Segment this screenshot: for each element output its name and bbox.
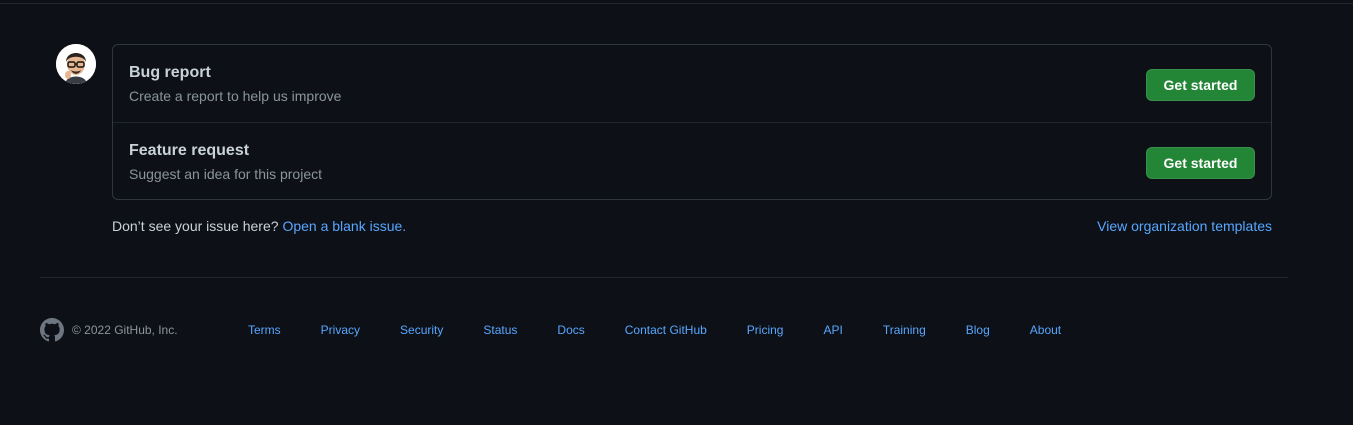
blank-issue-prompt: Don’t see your issue here? Open a blank … bbox=[112, 218, 406, 234]
template-description: Suggest an idea for this project bbox=[129, 166, 323, 182]
avatar[interactable] bbox=[56, 44, 96, 84]
footer-link-privacy[interactable]: Privacy bbox=[321, 323, 360, 337]
get-started-button[interactable]: Get started bbox=[1146, 69, 1255, 101]
footer-link-training[interactable]: Training bbox=[883, 323, 926, 337]
open-blank-issue-link[interactable]: Open a blank issue. bbox=[282, 218, 406, 234]
github-mark-icon[interactable] bbox=[40, 318, 64, 342]
footer-link-pricing[interactable]: Pricing bbox=[747, 323, 784, 337]
footer-link-status[interactable]: Status bbox=[483, 323, 517, 337]
blank-issue-text: Don’t see your issue here? bbox=[112, 218, 279, 234]
top-divider bbox=[0, 3, 1353, 4]
footer-link-about[interactable]: About bbox=[1030, 323, 1061, 337]
template-title: Feature request bbox=[129, 142, 250, 159]
footer-link-terms[interactable]: Terms bbox=[248, 323, 281, 337]
copyright-text: © 2022 GitHub, Inc. bbox=[72, 323, 178, 337]
template-item-bug-report: Bug report Create a report to help us im… bbox=[113, 45, 1271, 122]
footer-divider bbox=[40, 277, 1288, 278]
issue-template-list: Bug report Create a report to help us im… bbox=[112, 44, 1272, 200]
footer-link-blog[interactable]: Blog bbox=[966, 323, 990, 337]
template-item-feature-request: Feature request Suggest an idea for this… bbox=[113, 122, 1271, 199]
footer: © 2022 GitHub, Inc. Terms Privacy Securi… bbox=[40, 318, 1061, 342]
footer-link-api[interactable]: API bbox=[823, 323, 842, 337]
footer-links: Terms Privacy Security Status Docs Conta… bbox=[248, 323, 1101, 337]
get-started-button[interactable]: Get started bbox=[1146, 147, 1255, 179]
template-description: Create a report to help us improve bbox=[129, 88, 342, 104]
footer-link-security[interactable]: Security bbox=[400, 323, 443, 337]
template-title: Bug report bbox=[129, 64, 211, 81]
footer-link-contact-github[interactable]: Contact GitHub bbox=[625, 323, 707, 337]
view-organization-templates-link[interactable]: View organization templates bbox=[1097, 218, 1272, 234]
footer-link-docs[interactable]: Docs bbox=[557, 323, 584, 337]
